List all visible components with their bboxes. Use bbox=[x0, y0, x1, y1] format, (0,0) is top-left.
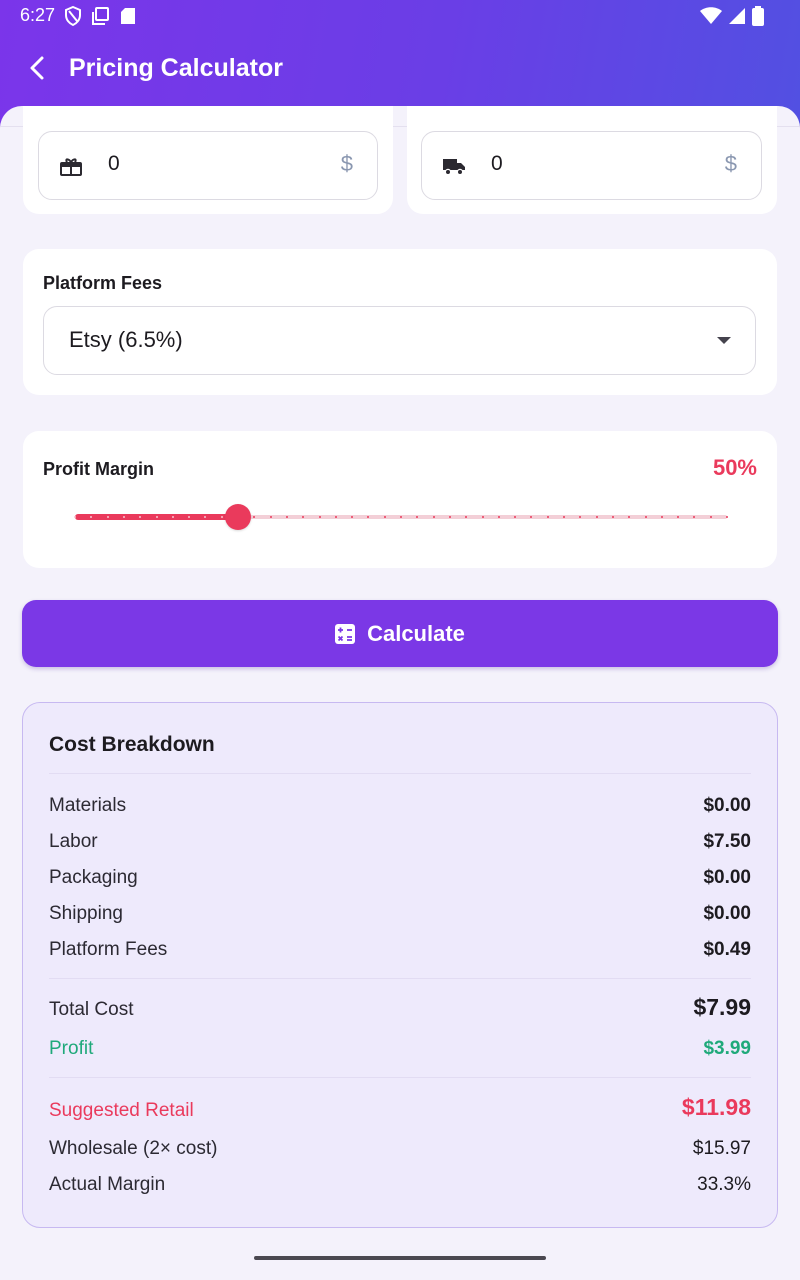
divider bbox=[49, 1077, 751, 1078]
status-bar: 6:27 bbox=[0, 0, 800, 32]
status-icons-right bbox=[700, 6, 764, 26]
status-time: 6:27 bbox=[20, 5, 56, 25]
slider-tick bbox=[644, 516, 647, 518]
suggested-retail-label: Suggested Retail bbox=[49, 1100, 194, 1121]
profit-label: Profit bbox=[49, 1038, 94, 1059]
shipping-card: 0 $ bbox=[407, 106, 777, 214]
breakdown-value: $0.00 bbox=[703, 903, 751, 924]
slider-tick bbox=[122, 516, 125, 518]
slider-tick bbox=[448, 516, 451, 518]
slider-tick bbox=[220, 516, 223, 518]
breakdown-label: Packaging bbox=[49, 867, 138, 888]
cellular-signal-icon bbox=[729, 8, 745, 24]
wholesale-row: Wholesale (2× cost) $15.97 bbox=[49, 1138, 751, 1164]
calculator-icon bbox=[335, 624, 356, 644]
breakdown-row-shipping: Shipping $0.00 bbox=[49, 903, 751, 929]
slider-tick bbox=[334, 516, 337, 518]
breakdown-value: $0.00 bbox=[703, 867, 751, 888]
wifi-icon bbox=[700, 7, 722, 24]
slider-thumb[interactable] bbox=[225, 504, 251, 530]
slider-tick bbox=[611, 516, 614, 518]
slider-tick bbox=[106, 516, 109, 518]
back-arrow-icon[interactable] bbox=[24, 54, 52, 82]
profit-row: Profit $3.99 bbox=[49, 1038, 751, 1064]
total-cost-value: $7.99 bbox=[693, 994, 751, 1020]
breakdown-value: $0.49 bbox=[703, 939, 751, 960]
wholesale-value: $15.97 bbox=[692, 1138, 751, 1159]
calculate-button[interactable]: Calculate bbox=[22, 600, 778, 667]
breakdown-label: Platform Fees bbox=[49, 939, 168, 960]
vpn-shield-icon bbox=[65, 6, 81, 26]
profit-margin-card: Profit Margin 50% bbox=[23, 431, 777, 568]
gesture-nav-handle[interactable] bbox=[254, 1256, 546, 1260]
screenshot-icon bbox=[92, 7, 109, 25]
slider-tick bbox=[595, 516, 598, 518]
platform-fees-card: Platform Fees Etsy (6.5%) bbox=[23, 249, 777, 395]
slider-tick bbox=[269, 516, 272, 518]
slider-tick bbox=[481, 516, 484, 518]
battery-icon bbox=[752, 6, 764, 26]
platform-fees-dropdown[interactable]: Etsy (6.5%) bbox=[43, 306, 756, 375]
platform-fees-selected: Etsy (6.5%) bbox=[69, 327, 183, 352]
cost-breakdown-card: Cost Breakdown Materials $0.00 Labor $7.… bbox=[22, 702, 778, 1228]
slider-tick bbox=[709, 516, 712, 518]
cost-breakdown-title: Cost Breakdown bbox=[49, 733, 215, 756]
platform-fees-label: Platform Fees bbox=[43, 273, 163, 293]
sd-card-icon bbox=[121, 8, 135, 24]
wholesale-label: Wholesale (2× cost) bbox=[49, 1138, 218, 1159]
profit-margin-slider[interactable] bbox=[74, 504, 728, 530]
actual-margin-row: Actual Margin 33.3% bbox=[49, 1174, 751, 1200]
gift-box-icon bbox=[60, 158, 82, 176]
shipping-cost-value: 0 bbox=[491, 152, 503, 175]
slider-tick bbox=[726, 516, 728, 518]
actual-margin-label: Actual Margin bbox=[49, 1174, 166, 1195]
truck-icon bbox=[443, 159, 465, 176]
breakdown-label: Labor bbox=[49, 831, 98, 852]
breakdown-value: $0.00 bbox=[703, 795, 751, 816]
breakdown-row-packaging: Packaging $0.00 bbox=[49, 867, 751, 893]
packaging-cost-value: 0 bbox=[108, 152, 120, 175]
profit-margin-label: Profit Margin bbox=[43, 459, 154, 479]
slider-tick bbox=[660, 516, 663, 518]
dropdown-arrow-icon bbox=[717, 337, 731, 344]
slider-tick bbox=[155, 516, 158, 518]
slider-tick bbox=[74, 516, 76, 518]
suggested-retail-value: $11.98 bbox=[681, 1094, 751, 1120]
divider bbox=[49, 773, 751, 774]
total-cost-row: Total Cost $7.99 bbox=[49, 994, 751, 1027]
slider-tick bbox=[383, 516, 386, 518]
slider-tick bbox=[318, 516, 321, 518]
slider-tick bbox=[497, 516, 500, 518]
dollar-suffix: $ bbox=[340, 151, 353, 176]
dollar-suffix: $ bbox=[724, 151, 737, 176]
slider-tick bbox=[432, 516, 435, 518]
slider-tick bbox=[563, 516, 565, 518]
slider-tick bbox=[546, 516, 549, 518]
calculate-button-label: Calculate bbox=[367, 621, 465, 646]
profit-value: $3.99 bbox=[703, 1038, 751, 1059]
suggested-retail-row: Suggested Retail $11.98 bbox=[49, 1094, 751, 1127]
breakdown-value: $7.50 bbox=[703, 831, 751, 852]
slider-tick bbox=[171, 516, 174, 518]
breakdown-row-labor: Labor $7.50 bbox=[49, 831, 751, 857]
divider bbox=[49, 978, 751, 979]
packaging-card: 0 $ bbox=[23, 106, 393, 214]
actual-margin-value: 33.3% bbox=[697, 1174, 751, 1195]
page-title: Pricing Calculator bbox=[69, 54, 283, 82]
total-cost-label: Total Cost bbox=[49, 999, 134, 1020]
breakdown-row-materials: Materials $0.00 bbox=[49, 795, 751, 821]
breakdown-label: Shipping bbox=[49, 903, 123, 924]
slider-tick bbox=[400, 516, 402, 518]
breakdown-row-platform-fees: Platform Fees $0.49 bbox=[49, 939, 751, 965]
shipping-cost-input[interactable]: 0 $ bbox=[421, 131, 762, 200]
breakdown-label: Materials bbox=[49, 795, 127, 816]
slider-tick bbox=[285, 516, 288, 518]
packaging-cost-input[interactable]: 0 $ bbox=[38, 131, 378, 200]
status-icons-left bbox=[64, 6, 136, 26]
profit-margin-value: 50% bbox=[712, 455, 757, 480]
